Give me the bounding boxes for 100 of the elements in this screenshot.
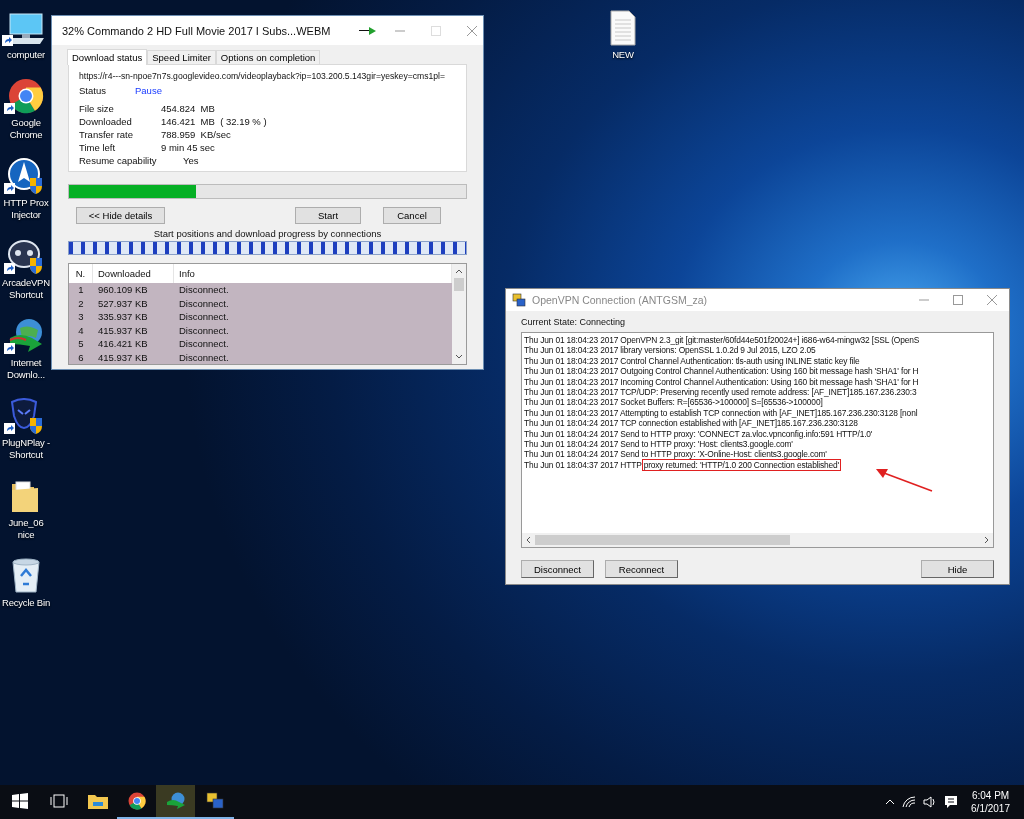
windows-logo-icon[interactable]	[11, 793, 28, 809]
log-line: Thu Jun 01 18:04:23 2017 Outgoing Control Channel Authentication: Using 160 bit message hash 'SHA1' for H	[524, 366, 920, 377]
log-line: Thu Jun 01 18:04:24 2017 TCP connection established with [AF_INET]185.167.236.230:3128	[524, 418, 859, 429]
tab[interactable]: Options on completion	[215, 50, 321, 64]
desktop-icon-label[interactable]: PlugNPlay - Shortcut	[1, 437, 51, 461]
log-line: Thu Jun 01 18:04:23 2017 library versions: OpenSSL 1.0.2d 9 Jul 2015, LZO 2.05	[524, 345, 817, 356]
table-cell-text: 6	[77, 351, 85, 363]
table-cell-text: 416.421 KB	[97, 338, 149, 350]
close-icon[interactable]	[987, 295, 997, 305]
chevron-up-icon[interactable]	[885, 799, 896, 805]
field-label: Downloaded	[79, 116, 133, 127]
status-value: Pause	[135, 85, 162, 96]
chrome-icon	[8, 78, 44, 114]
log-line: Thu Jun 01 18:04:24 2017 Send to HTTP proxy: 'X-Online-Host: clients3.google.com'	[524, 449, 828, 460]
field-value: Yes	[182, 155, 199, 166]
desktop-icon-label[interactable]: Recycle Bin	[2, 597, 50, 609]
reconnect-button[interactable]: Reconnect	[605, 560, 678, 578]
log-line: Thu Jun 01 18:04:23 2017 Control Channel Authentication: tls-auth using INLINE static key file	[524, 355, 861, 367]
desktop-icon-label[interactable]: NEW	[612, 49, 634, 61]
log-line: Thu Jun 01 18:04:23 2017 Socket Buffers: R=[65536->100000] S=[65536->100000]	[524, 397, 824, 408]
desktop-icon-label[interactable]: HTTP Prox Injector	[1, 197, 51, 221]
notification-icon[interactable]	[944, 795, 959, 809]
document-icon	[609, 10, 637, 46]
window-title: 32% Commando 2 HD Full Movie 2017 I Subs...WEBM	[62, 24, 331, 37]
hide-button[interactable]: Hide	[921, 560, 994, 578]
globe-arrow-icon[interactable]	[165, 792, 186, 810]
vertical-scrollbar[interactable]	[452, 264, 466, 364]
log-line: Thu Jun 01 18:04:24 2017 Send to HTTP proxy: 'CONNECT za.vloc.vpnconfig.info:591 HTTP/1.0'	[524, 428, 874, 440]
network-computers-icon[interactable]	[204, 792, 225, 810]
desktop-icon-label[interactable]: ArcadeVPN Shortcut	[1, 277, 51, 301]
scrollbar-thumb[interactable]	[454, 278, 464, 291]
scroll-down-icon[interactable]	[455, 354, 463, 360]
scroll-up-icon[interactable]	[455, 268, 463, 274]
desktop-icon-label[interactable]: computer	[7, 49, 45, 61]
clock[interactable]: 6:04 PM 6/1/2017	[971, 789, 1010, 815]
wifi-icon[interactable]	[902, 796, 917, 808]
chrome-icon[interactable]	[127, 792, 146, 810]
maximize-icon[interactable]	[953, 295, 963, 305]
table-cell-text: Disconnect.	[178, 338, 230, 350]
table-cell-text: 2	[77, 297, 85, 309]
table-cell-text: 5	[77, 338, 85, 350]
desktop-icon-label[interactable]: June_06 nice	[1, 517, 51, 541]
download-url: https://r4---sn-npoe7n7s.googlevideo.com/videoplayback?ip=103.200.5.143gir=yeskey=cms1pl=	[79, 71, 445, 81]
arrow-icon	[359, 26, 378, 35]
connection-state: Current State: Connecting	[521, 317, 627, 327]
log-line: Thu Jun 01 18:04:23 2017 Incoming Control Channel Authentication: Using 160 bit message hash 'SHA1' for H	[524, 376, 920, 388]
horizontal-scrollbar[interactable]	[522, 533, 993, 547]
table-cell-text: Disconnect.	[178, 297, 230, 309]
disconnect-button[interactable]: Disconnect	[521, 560, 594, 578]
scroll-left-icon[interactable]	[525, 536, 531, 544]
table-cell-text: 415.937 KB	[97, 351, 149, 363]
log-line: Thu Jun 01 18:04:37 2017 HTTP	[524, 459, 642, 470]
log-line: Thu Jun 01 18:04:23 2017 OpenVPN 2.3_git [git:master/60fd44e501f20024+] i686-w64-mingw32 [SSL (OpenS	[524, 335, 921, 346]
field-label: Resume capability	[79, 155, 158, 166]
field-value: 788.959 KB/sec	[161, 129, 231, 140]
field-value: 454.824 MB	[161, 103, 215, 114]
table-cell-text: Disconnect.	[178, 284, 230, 296]
table-cell-text: Disconnect.	[178, 311, 230, 323]
desktop-icon-label[interactable]: Internet Downlo...	[1, 357, 51, 381]
table-cell-text: Disconnect.	[178, 351, 230, 363]
mask-shield-icon	[8, 398, 44, 434]
start-button[interactable]: Start	[295, 207, 361, 224]
table-cell-text: 527.937 KB	[97, 297, 149, 309]
folder-icon[interactable]	[87, 793, 108, 809]
table-cell-text: 960.109 KB	[97, 284, 149, 296]
cancel-button[interactable]: Cancel	[383, 207, 441, 224]
desktop-icon-label[interactable]: Google Chrome	[1, 117, 51, 141]
tab[interactable]: Speed Limiter	[147, 50, 216, 64]
window-title: OpenVPN Connection (ANTGSM_za)	[532, 294, 708, 306]
scroll-right-icon[interactable]	[984, 536, 990, 544]
clock-date: 6/1/2017	[971, 802, 1010, 815]
computer-icon	[6, 12, 46, 46]
clock-time: 6:04 PM	[971, 789, 1010, 802]
table-cell-text: Disconnect.	[178, 324, 230, 336]
hide-details-button[interactable]: << Hide details	[76, 207, 165, 224]
field-label: Transfer rate	[79, 129, 135, 140]
table-cell-text: 3	[77, 311, 85, 323]
table-cell-text: 415.937 KB	[97, 324, 149, 336]
field-label: File size	[79, 103, 115, 114]
close-icon[interactable]	[467, 25, 478, 36]
field-value: 146.421 MB ( 32.19 % )	[161, 116, 267, 127]
connections-caption: Start positions and download progress by connections	[152, 228, 383, 239]
log-line: Thu Jun 01 18:04:24 2017 Send to HTTP proxy: 'Host: clients3.google.com'	[524, 439, 794, 450]
log-line: Thu Jun 01 18:04:23 2017 Attempting to establish TCP connection with [AF_INET]185.167.236.230:3128 [nonl	[524, 407, 919, 419]
globe-shield-icon	[8, 158, 44, 194]
speaker-icon[interactable]	[923, 796, 938, 808]
field-label: Status	[79, 85, 107, 96]
task-view-icon[interactable]	[49, 794, 68, 808]
recycle-bin-icon	[9, 556, 43, 594]
globe-arrow-icon	[8, 318, 44, 354]
highlighted-log-text: proxy returned: 'HTTP/1.0 200 Connection established'	[641, 458, 842, 471]
scrollbar-thumb[interactable]	[535, 535, 790, 545]
table-cell-text: 1	[77, 284, 85, 296]
log-line: Thu Jun 01 18:04:23 2017 TCP/UDP: Preserving recently used remote address: [AF_INET]185.167.236.230:3	[524, 387, 918, 398]
table-cell-text: 4	[77, 324, 85, 336]
field-label: Time left	[79, 142, 117, 153]
field-value: 9 min 45 sec	[161, 142, 215, 153]
tab[interactable]: Download status	[67, 49, 148, 65]
table-cell-text: 335.937 KB	[97, 311, 149, 323]
network-computers-icon	[512, 293, 526, 307]
